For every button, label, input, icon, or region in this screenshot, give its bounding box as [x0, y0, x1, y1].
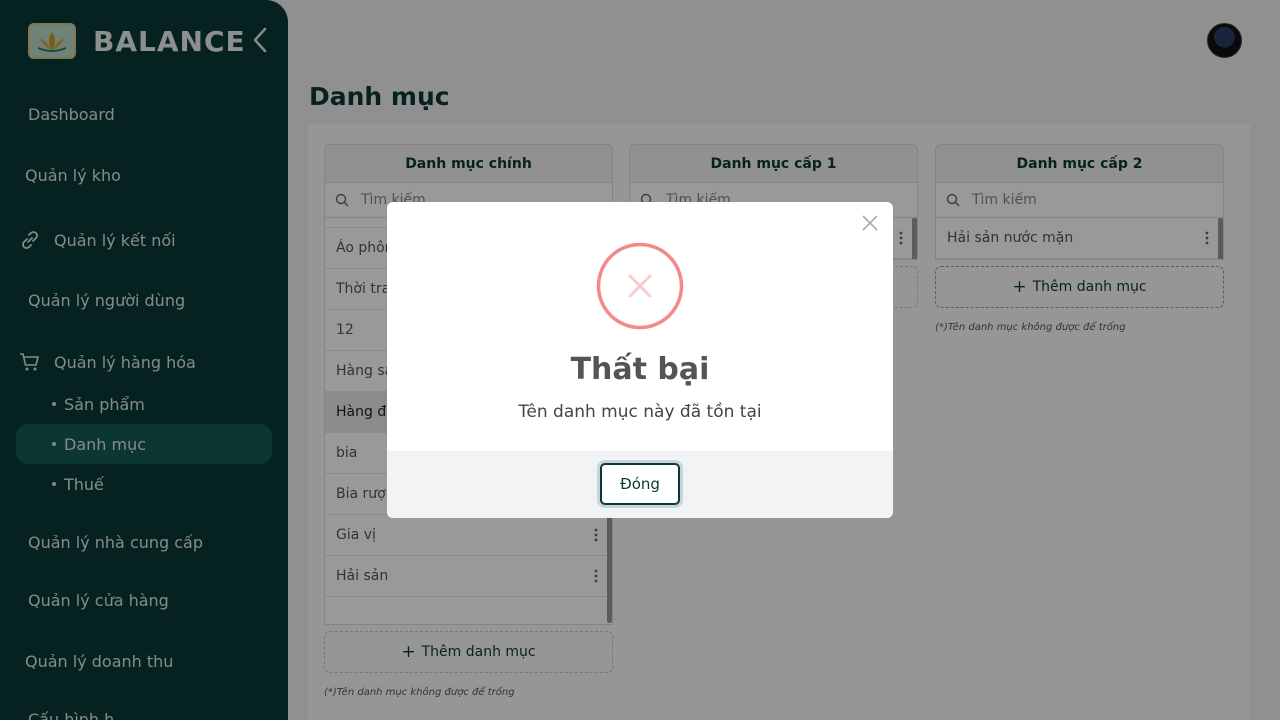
close-icon[interactable]: [861, 214, 879, 232]
dialog-footer: Đóng: [387, 451, 893, 518]
close-button[interactable]: Đóng: [600, 463, 680, 505]
error-x-icon: [596, 242, 684, 330]
error-dialog: Thất bại Tên danh mục này đã tồn tại Đón…: [387, 202, 893, 518]
dialog-message: Tên danh mục này đã tồn tại: [518, 402, 762, 422]
dialog-title: Thất bại: [570, 352, 710, 387]
